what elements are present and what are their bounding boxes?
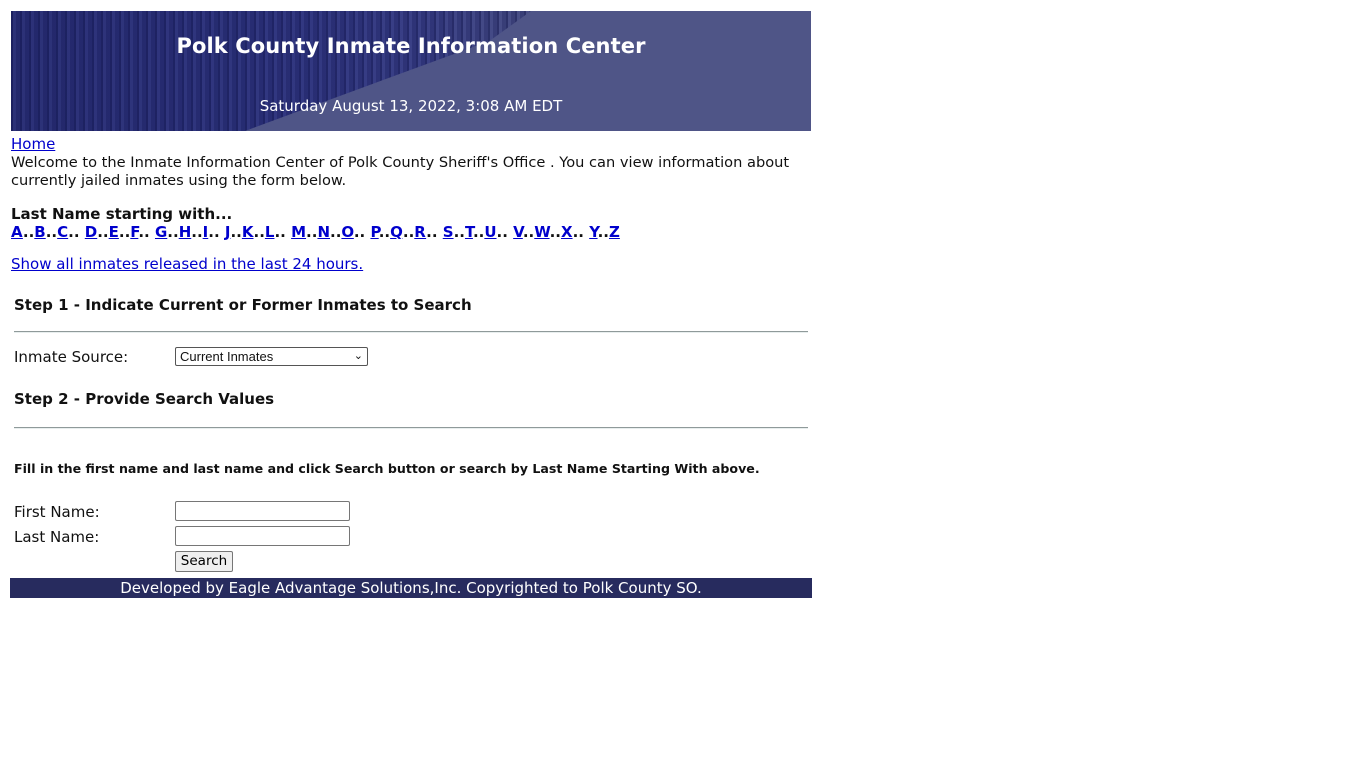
header-banner: Polk County Inmate Information Center Sa…	[11, 11, 811, 131]
letter-link-w[interactable]: W	[534, 223, 549, 241]
letter-separator: ..	[496, 223, 514, 241]
divider	[14, 427, 808, 429]
chevron-down-icon: ⌄	[353, 350, 363, 362]
letter-link-t[interactable]: T	[465, 223, 473, 241]
letter-link-n[interactable]: N	[317, 223, 330, 241]
search-button[interactable]: Search	[175, 551, 233, 572]
letter-separator: ..	[306, 223, 318, 241]
letter-link-m[interactable]: M	[291, 223, 306, 241]
letter-separator: ..	[208, 223, 225, 241]
step2-heading: Step 2 - Provide Search Values	[14, 390, 275, 408]
first-name-input[interactable]	[175, 501, 350, 521]
welcome-line-1: Welcome to the Inmate Information Center…	[11, 154, 790, 171]
letter-link-p[interactable]: P	[370, 223, 378, 241]
letter-separator: ..	[118, 223, 131, 241]
divider	[14, 331, 808, 333]
letter-separator: ..	[402, 223, 415, 241]
search-instructions: Fill in the first name and last name and…	[14, 461, 760, 476]
letter-links: A..B..C.. D..E..F.. G..H..I.. J..K..L.. …	[11, 223, 620, 241]
letter-separator: ..	[167, 223, 179, 241]
welcome-text: Welcome to the Inmate Information Center…	[11, 154, 811, 190]
page-container: Polk County Inmate Information Center Sa…	[10, 11, 812, 598]
letter-link-c[interactable]: C	[57, 223, 68, 241]
welcome-line-2: currently jailed inmates using the form …	[11, 172, 347, 189]
letter-separator: ..	[191, 223, 203, 241]
letter-separator: ..	[597, 223, 609, 241]
letter-link-o[interactable]: O	[341, 223, 353, 241]
letter-separator: ..	[230, 223, 242, 241]
letter-link-b[interactable]: B	[34, 223, 45, 241]
inmate-source-select[interactable]: Current Inmates ⌄	[175, 347, 368, 366]
letter-separator: ..	[426, 223, 443, 241]
letter-separator: ..	[522, 223, 535, 241]
letter-link-y[interactable]: Y	[589, 223, 597, 241]
letter-link-e[interactable]: E	[109, 223, 119, 241]
last-name-label: Last Name:	[14, 528, 100, 546]
letter-separator: ..	[378, 223, 391, 241]
letter-link-k[interactable]: K	[242, 223, 254, 241]
letter-link-x[interactable]: X	[561, 223, 573, 241]
letter-separator: ..	[330, 223, 342, 241]
letter-separator: ..	[45, 223, 58, 241]
letter-link-s[interactable]: S	[443, 223, 454, 241]
letter-link-q[interactable]: Q	[390, 223, 403, 241]
page-title: Polk County Inmate Information Center	[176, 34, 646, 58]
letter-link-a[interactable]: A	[11, 223, 23, 241]
letter-link-v[interactable]: V	[513, 223, 523, 241]
inmate-source-label: Inmate Source:	[14, 348, 129, 366]
letter-separator: ..	[549, 223, 561, 241]
letter-link-g[interactable]: G	[155, 223, 167, 241]
letter-separator: ..	[353, 223, 371, 241]
letter-separator: ..	[97, 223, 109, 241]
released-24h-link[interactable]: Show all inmates released in the last 24…	[11, 255, 363, 273]
letter-link-d[interactable]: D	[85, 223, 97, 241]
first-name-label: First Name:	[14, 503, 100, 521]
inmate-source-value: Current Inmates	[180, 349, 274, 364]
letter-separator: ..	[274, 223, 292, 241]
letter-link-z[interactable]: Z	[609, 223, 620, 241]
current-datetime: Saturday August 13, 2022, 3:08 AM EDT	[259, 97, 563, 115]
last-name-input[interactable]	[175, 526, 350, 546]
letter-link-u[interactable]: U	[484, 223, 496, 241]
letter-separator: ..	[138, 223, 155, 241]
step1-heading: Step 1 - Indicate Current or Former Inma…	[14, 296, 472, 314]
letter-separator: ..	[253, 223, 265, 241]
letter-separator: ..	[22, 223, 35, 241]
home-link[interactable]: Home	[11, 135, 55, 153]
footer: Developed by Eagle Advantage Solutions,I…	[10, 578, 812, 598]
letter-link-r[interactable]: R	[414, 223, 426, 241]
letter-separator: ..	[572, 223, 590, 241]
last-name-starting-label: Last Name starting with...	[11, 205, 233, 223]
letter-separator: ..	[472, 223, 485, 241]
letter-link-h[interactable]: H	[179, 223, 192, 241]
letter-separator: ..	[453, 223, 465, 241]
letter-separator: ..	[68, 223, 85, 241]
